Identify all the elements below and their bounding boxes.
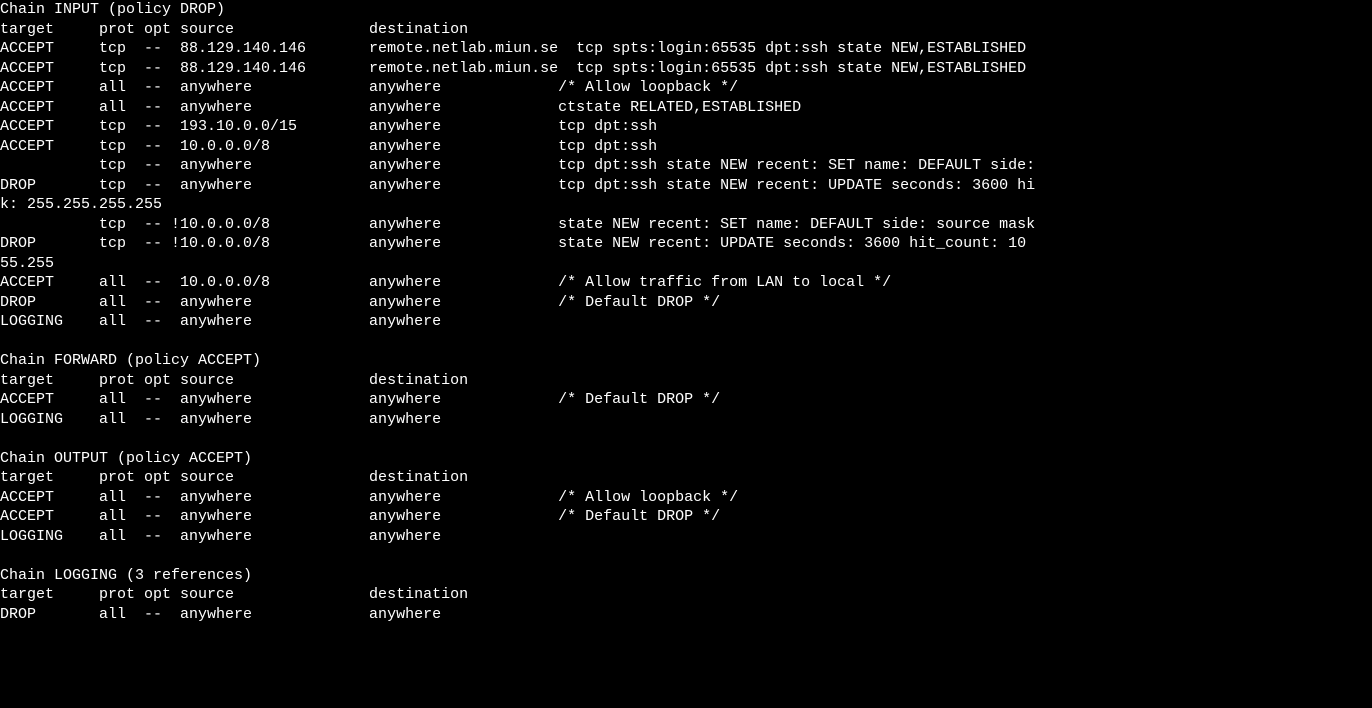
output-rule: ACCEPT all -- anywhere anywhere /* Defau… <box>0 508 720 525</box>
input-rule: k: 255.255.255.255 <box>0 196 162 213</box>
input-rule: DROP tcp -- !10.0.0.0/8 anywhere state N… <box>0 235 1035 252</box>
input-rule: 55.255 <box>0 255 54 272</box>
chain-output-header: Chain OUTPUT (policy ACCEPT) <box>0 450 252 467</box>
forward-rule: LOGGING all -- anywhere anywhere <box>0 411 441 428</box>
terminal-output: Chain INPUT (policy DROP) target prot op… <box>0 0 1372 624</box>
input-rule: ACCEPT all -- 10.0.0.0/8 anywhere /* All… <box>0 274 891 291</box>
output-rule: ACCEPT all -- anywhere anywhere /* Allow… <box>0 489 738 506</box>
input-rule: DROP all -- anywhere anywhere /* Default… <box>0 294 720 311</box>
input-rule: DROP tcp -- anywhere anywhere tcp dpt:ss… <box>0 177 1035 194</box>
input-rule: ACCEPT tcp -- 88.129.140.146 remote.netl… <box>0 40 1026 57</box>
input-rule: LOGGING all -- anywhere anywhere <box>0 313 441 330</box>
logging-rule: DROP all -- anywhere anywhere <box>0 606 441 623</box>
input-rule: tcp -- anywhere anywhere tcp dpt:ssh sta… <box>0 157 1035 174</box>
chain-forward-columns: target prot opt source destination <box>0 372 468 389</box>
input-rule: ACCEPT tcp -- 193.10.0.0/15 anywhere tcp… <box>0 118 657 135</box>
input-rule: ACCEPT all -- anywhere anywhere /* Allow… <box>0 79 738 96</box>
chain-forward-header: Chain FORWARD (policy ACCEPT) <box>0 352 261 369</box>
input-rule: tcp -- !10.0.0.0/8 anywhere state NEW re… <box>0 216 1035 233</box>
chain-input-header: Chain INPUT (policy DROP) <box>0 1 225 18</box>
forward-rule: ACCEPT all -- anywhere anywhere /* Defau… <box>0 391 720 408</box>
chain-output-columns: target prot opt source destination <box>0 469 468 486</box>
input-rule: ACCEPT all -- anywhere anywhere ctstate … <box>0 99 801 116</box>
input-rule: ACCEPT tcp -- 88.129.140.146 remote.netl… <box>0 60 1026 77</box>
chain-logging-header: Chain LOGGING (3 references) <box>0 567 252 584</box>
chain-logging-columns: target prot opt source destination <box>0 586 468 603</box>
output-rule: LOGGING all -- anywhere anywhere <box>0 528 441 545</box>
chain-input-columns: target prot opt source destination <box>0 21 468 38</box>
input-rule: ACCEPT tcp -- 10.0.0.0/8 anywhere tcp dp… <box>0 138 657 155</box>
